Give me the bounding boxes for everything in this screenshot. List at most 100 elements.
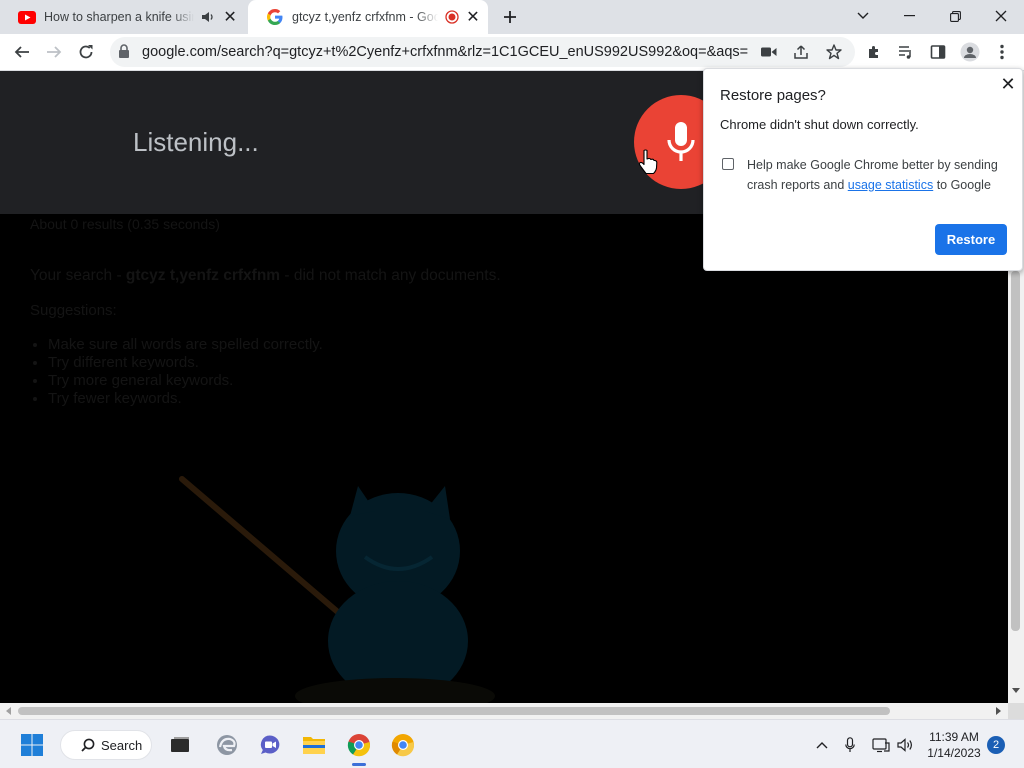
dialog-close-icon[interactable]: ✕ <box>998 74 1018 94</box>
restore-window-button[interactable] <box>932 0 978 32</box>
reload-icon <box>79 45 93 59</box>
reload-button[interactable] <box>72 38 100 66</box>
no-results-prefix: Your search - <box>30 267 126 284</box>
dialog-title: Restore pages? <box>720 87 826 104</box>
tab-youtube[interactable]: How to sharpen a knife using a wh ✕ <box>0 0 246 34</box>
suggestion-item: Make sure all words are spelled correctl… <box>48 336 323 354</box>
camera-icon[interactable] <box>759 42 779 62</box>
tab-google-search[interactable]: gtcyz t,yenfz crfxfnm - Google Search ✕ <box>248 0 488 34</box>
menu-button[interactable] <box>988 38 1016 66</box>
avatar-icon <box>960 42 980 62</box>
google-icon <box>266 8 284 26</box>
close-window-button[interactable] <box>978 0 1024 32</box>
edge-icon <box>217 735 237 755</box>
search-query: gtcyz t,yenfz crfxfnm <box>125 267 281 284</box>
chevron-down-icon <box>857 12 869 19</box>
volume-button[interactable] <box>895 734 917 756</box>
microphone-icon <box>667 122 695 161</box>
tab-search-button[interactable] <box>840 0 886 32</box>
extensions-button[interactable] <box>860 38 888 66</box>
side-panel-button[interactable] <box>924 38 952 66</box>
taskbar: Search 11:39 AM 1/14/2023 2 <box>0 719 1024 768</box>
media-queue-icon <box>899 46 911 59</box>
profile-button[interactable] <box>956 38 984 66</box>
edge-button[interactable] <box>211 729 243 761</box>
chrome-variant-icon <box>391 734 415 757</box>
result-stats: About 0 results (0.35 seconds) <box>30 216 220 232</box>
plus-icon <box>504 11 516 23</box>
puzzle-icon <box>869 46 878 58</box>
microphone-tray-icon <box>845 737 855 752</box>
teams-chat-button[interactable] <box>254 729 286 761</box>
horizontal-scrollbar[interactable] <box>0 703 1008 719</box>
forward-button[interactable] <box>40 38 68 66</box>
close-tab-icon[interactable]: ✕ <box>466 7 480 27</box>
search-label: Search <box>101 737 143 753</box>
taskbar-search[interactable]: Search <box>60 730 152 760</box>
speaker-icon <box>897 738 912 752</box>
show-hidden-icons-button[interactable] <box>811 734 833 756</box>
youtube-icon <box>18 8 36 26</box>
media-controls-button[interactable] <box>892 38 920 66</box>
task-view-button[interactable] <box>164 729 196 761</box>
close-tab-icon[interactable]: ✕ <box>222 7 238 27</box>
address-bar[interactable]: google.com/search?q=gtcyz+t%2Cyenfz+crfx… <box>110 37 855 67</box>
arrow-right-icon <box>47 46 62 58</box>
back-button[interactable] <box>8 38 36 66</box>
network-icon <box>872 738 890 753</box>
minimize-button[interactable] <box>886 0 932 32</box>
clock-date: 1/14/2023 <box>927 746 981 760</box>
scroll-left-arrow-icon <box>6 707 11 715</box>
crash-report-checkbox[interactable] <box>722 158 734 170</box>
lock-icon[interactable] <box>118 44 130 64</box>
notification-badge[interactable]: 2 <box>987 736 1005 754</box>
recording-icon <box>442 7 462 27</box>
restore-pages-dialog: Restore pages? ✕ Chrome didn't shut down… <box>703 68 1023 271</box>
suggestion-item: Try fewer keywords. <box>48 390 323 408</box>
arrow-left-icon <box>14 46 29 58</box>
tab-title: gtcyz t,yenfz crfxfnm - Google Search <box>292 10 438 24</box>
chevron-up-icon <box>816 742 828 749</box>
suggestions-list: Make sure all words are spelled correctl… <box>48 336 323 408</box>
clock[interactable]: 11:39 AM 1/14/2023 <box>922 729 986 761</box>
suggestions-title: Suggestions: <box>30 302 117 319</box>
close-icon <box>995 10 1007 22</box>
suggestion-item: Try different keywords. <box>48 354 323 372</box>
browser-toolbar: google.com/search?q=gtcyz+t%2Cyenfz+crfx… <box>0 34 1024 71</box>
minimize-icon <box>903 15 915 17</box>
no-results-suffix: - did not match any documents. <box>280 267 501 284</box>
bookmark-star-icon[interactable] <box>824 42 844 62</box>
scroll-down-arrow-icon <box>1012 688 1020 693</box>
vertical-scroll-thumb[interactable] <box>1011 271 1020 631</box>
scroll-right-arrow-icon <box>996 707 1001 715</box>
search-icon <box>81 738 95 752</box>
speaker-icon[interactable] <box>198 7 218 27</box>
chrome-taskbar-button[interactable] <box>343 729 375 761</box>
hand-cursor-icon <box>638 149 658 175</box>
file-explorer-button[interactable] <box>298 729 330 761</box>
chrome-canary-button[interactable] <box>387 729 419 761</box>
restore-window-icon <box>949 10 961 22</box>
clock-time: 11:39 AM <box>929 730 979 744</box>
crash-report-label: Help make Google Chrome better by sendin… <box>747 155 1009 195</box>
tab-strip: How to sharpen a knife using a wh ✕ gtcy… <box>0 0 1024 34</box>
share-icon[interactable] <box>791 42 811 62</box>
url-text[interactable]: google.com/search?q=gtcyz+t%2Cyenfz+crfx… <box>142 44 748 60</box>
active-app-indicator <box>352 763 366 766</box>
microphone-tray-button[interactable] <box>839 734 861 756</box>
windows-logo-icon <box>21 734 43 756</box>
side-panel-icon <box>930 45 946 59</box>
new-tab-button[interactable] <box>498 5 522 29</box>
folder-icon <box>303 737 325 754</box>
task-view-icon <box>171 737 189 752</box>
usage-statistics-link[interactable]: usage statistics <box>848 178 933 192</box>
restore-button[interactable]: Restore <box>935 224 1007 255</box>
tab-title: How to sharpen a knife using a wh <box>44 10 194 24</box>
listening-status: Listening... <box>133 127 259 157</box>
network-button[interactable] <box>870 734 892 756</box>
start-button[interactable] <box>16 729 48 761</box>
no-results-illustration <box>179 476 495 703</box>
chat-icon <box>260 735 280 754</box>
horizontal-scroll-thumb[interactable] <box>18 707 890 715</box>
no-results-message: Your search - gtcyz t,yenfz crfxfnm - di… <box>30 267 501 285</box>
